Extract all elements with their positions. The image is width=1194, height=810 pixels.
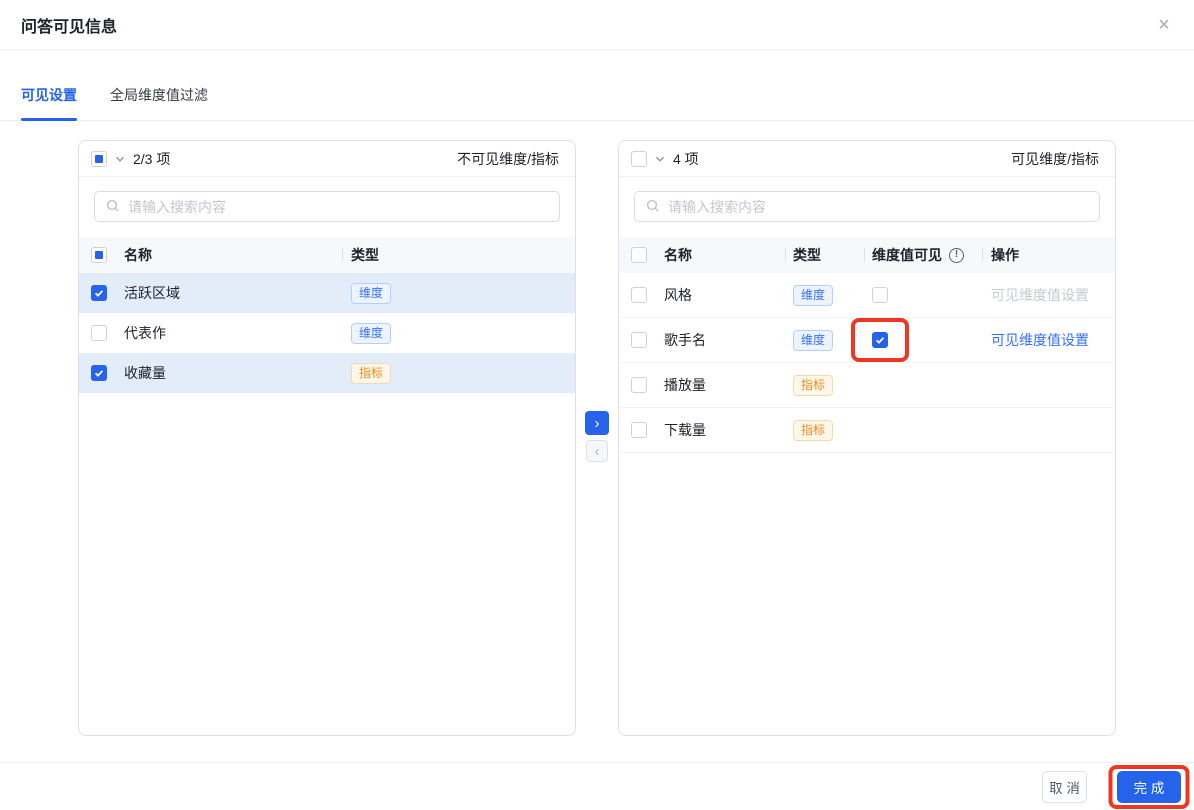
type-tag-dimension: 维度 <box>793 284 834 306</box>
table-header: 名称 类型 维度值可见 ! 操作 <box>619 237 1115 273</box>
row-checkbox[interactable] <box>91 285 107 301</box>
row-name: 代表作 <box>124 325 166 341</box>
column-header-name: 名称 <box>664 247 692 263</box>
done-button[interactable]: 完 成 <box>1117 770 1181 803</box>
search-box <box>634 191 1100 222</box>
invisible-panel-header: 2/3 项 不可见维度/指标 <box>79 141 575 177</box>
type-tag-metric: 指标 <box>351 362 392 384</box>
dim-visible-label: 维度值可见 <box>872 247 942 263</box>
tab-visible-settings[interactable]: 可见设置 <box>21 85 77 121</box>
search-input[interactable] <box>634 191 1100 222</box>
type-tag-metric: 指标 <box>793 419 834 441</box>
dim-value-visible-checkbox[interactable] <box>872 332 888 348</box>
row-checkbox[interactable] <box>631 422 647 438</box>
row-checkbox[interactable] <box>91 325 107 341</box>
visible-panel-header: 4 项 可见维度/指标 <box>619 141 1115 177</box>
invisible-panel-label: 不可见维度/指标 <box>457 150 559 167</box>
dialog-footer: 取 消 完 成 <box>0 762 1194 810</box>
row-checkbox[interactable] <box>91 365 107 381</box>
visible-dim-value-settings-link[interactable]: 可见维度值设置 <box>991 330 1089 350</box>
table-row[interactable]: 代表作 维度 <box>79 313 575 353</box>
select-all-checkbox[interactable] <box>91 150 107 167</box>
dim-value-visible-checkbox[interactable] <box>872 287 888 303</box>
visible-dim-value-settings-link: 可见维度值设置 <box>991 287 1089 303</box>
row-name: 下载量 <box>664 422 706 438</box>
row-checkbox[interactable] <box>631 287 647 303</box>
column-header-type: 类型 <box>342 245 575 265</box>
move-right-button[interactable]: › <box>585 411 609 435</box>
column-header-name: 名称 <box>124 247 152 263</box>
qa-visible-info-dialog: 问答可见信息 × 可见设置 全局维度值过滤 2/3 项 不可见维度/指标 名称 … <box>0 0 1194 810</box>
table-row[interactable]: 播放量 指标 <box>619 363 1115 408</box>
row-name: 播放量 <box>664 377 706 393</box>
type-tag-dimension: 维度 <box>351 322 392 344</box>
table-header: 名称 类型 <box>79 237 575 273</box>
selected-count: 2/3 项 <box>133 150 171 167</box>
type-tag-dimension: 维度 <box>351 282 392 304</box>
column-header-type: 类型 <box>785 245 864 265</box>
table-row[interactable]: 下载量 指标 <box>619 408 1115 453</box>
tab-global-dim-filter[interactable]: 全局维度值过滤 <box>110 85 208 120</box>
row-checkbox[interactable] <box>631 377 647 393</box>
visible-panel-label: 可见维度/指标 <box>1011 150 1099 167</box>
visible-panel: 4 项 可见维度/指标 名称 类型 维度值可见 ! 操作 风格 维度 可见维度值… <box>618 140 1116 736</box>
close-icon[interactable]: × <box>1150 11 1178 39</box>
table-row[interactable]: 收藏量 指标 <box>79 353 575 393</box>
invisible-panel: 2/3 项 不可见维度/指标 名称 类型 活跃区域 维度 代表作 维度 <box>78 140 576 736</box>
table-row[interactable]: 活跃区域 维度 <box>79 273 575 313</box>
type-tag-metric: 指标 <box>793 374 834 396</box>
search-box <box>94 191 560 222</box>
info-icon[interactable]: ! <box>949 247 964 263</box>
row-name: 活跃区域 <box>124 285 180 301</box>
tab-bar: 可见设置 全局维度值过滤 <box>0 51 1194 121</box>
type-tag-dimension: 维度 <box>793 329 834 351</box>
cancel-button[interactable]: 取 消 <box>1042 770 1087 803</box>
search-input[interactable] <box>94 191 560 222</box>
dialog-header: 问答可见信息 × <box>0 0 1194 50</box>
row-name: 收藏量 <box>124 365 166 381</box>
row-name: 歌手名 <box>664 332 706 348</box>
chevron-down-icon[interactable] <box>654 153 666 165</box>
header-select-checkbox[interactable] <box>91 247 107 263</box>
select-all-checkbox[interactable] <box>631 150 647 167</box>
chevron-down-icon[interactable] <box>114 153 126 165</box>
table-row[interactable]: 风格 维度 可见维度值设置 <box>619 273 1115 318</box>
column-header-dim-visible: 维度值可见 ! <box>864 245 982 265</box>
item-count: 4 项 <box>673 150 699 167</box>
header-select-checkbox[interactable] <box>631 247 647 263</box>
table-row[interactable]: 歌手名 维度 可见维度值设置 <box>619 318 1115 363</box>
move-left-button: ‹ <box>586 440 608 462</box>
column-header-action: 操作 <box>982 245 1115 265</box>
row-checkbox[interactable] <box>631 332 647 348</box>
row-name: 风格 <box>664 287 692 303</box>
dialog-title: 问答可见信息 <box>21 18 118 36</box>
